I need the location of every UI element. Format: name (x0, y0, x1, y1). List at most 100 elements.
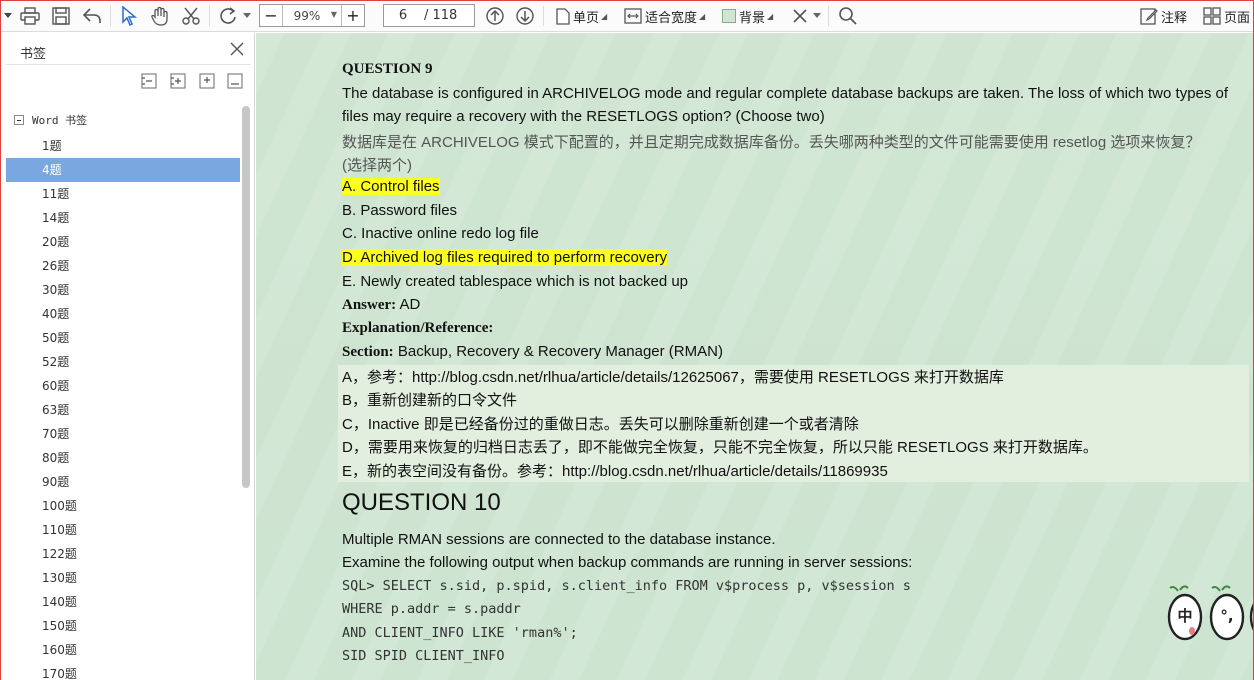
option-e: E. Newly created tablespace which is not… (342, 273, 689, 290)
fit-width-label: 适合宽度 (645, 10, 698, 26)
bookmark-item[interactable]: 14题 (6, 206, 240, 230)
bookmark-item[interactable]: 70题 (6, 422, 240, 446)
bookmark-item[interactable]: 60题 (6, 374, 240, 398)
answer-value: AD (399, 296, 421, 313)
zoom-value: 99% (293, 8, 321, 23)
q9-chinese-line2: (选择两个) (342, 157, 412, 174)
note-d: D，需要用来恢复的归档日志丢了，即不能做完全恢复，只能不完全恢复，所以只能 RE… (342, 439, 1098, 456)
bookmark-item[interactable]: 63题 (6, 398, 240, 422)
add-bookmark-icon[interactable] (199, 73, 215, 91)
page-view-label: 页面 (1224, 10, 1251, 26)
document-view[interactable]: QUESTION 9 The database is configured in… (256, 33, 1254, 680)
q9-text-line2: files may require a recovery with the RE… (342, 108, 825, 125)
undo-icon[interactable] (79, 3, 105, 29)
next-page-icon[interactable] (512, 3, 538, 29)
sql-line3: AND CLIENT_INFO LIKE 'rman%'; (342, 625, 578, 641)
bookmark-panel: 书签 Word 书签 1题 4题 11题 14题 20题 26题 30题 40题 50题 52题 6… (0, 33, 255, 680)
q9-chinese-line1: 数据库是在 ARCHIVELOG 模式下配置的，并且定期完成数据库备份。丢失哪两… (342, 134, 1201, 151)
bookmark-item[interactable]: 80题 (6, 446, 240, 470)
previous-page-icon[interactable] (482, 3, 508, 29)
option-a-highlighted: A. Control files (342, 178, 440, 195)
rotate-dropdown-icon[interactable] (241, 3, 253, 29)
note-b: B，重新创建新的口令文件 (342, 392, 518, 409)
q10-text-line2: Examine the following output when backup… (342, 554, 913, 571)
bookmark-item[interactable]: 50题 (6, 326, 240, 350)
q9-text-line1: The database is configured in ARCHIVELOG… (342, 85, 1229, 102)
option-d-highlighted: D. Archived log files required to perfor… (342, 249, 668, 266)
bookmark-item[interactable]: 130题 (6, 566, 240, 590)
bookmark-panel-header: 书签 (6, 37, 251, 65)
annotate-icon (1140, 8, 1158, 25)
bookmark-item[interactable]: 160题 (6, 638, 240, 662)
collapse-toggle-icon[interactable] (14, 115, 24, 125)
section-line: Section: Backup, Recovery & Recovery Man… (342, 343, 723, 361)
zoom-control: − 99% ▼ + (259, 4, 365, 27)
bookmark-item[interactable]: 40题 (6, 302, 240, 326)
ime-mascot-punctuation[interactable]: °, (1208, 585, 1246, 645)
rotate-icon[interactable] (215, 3, 241, 29)
chevron-down-icon: ▼ (330, 10, 337, 19)
save-icon[interactable] (48, 3, 74, 29)
bookmark-root[interactable]: Word 书签 (14, 111, 87, 129)
dropdown-arrow-icon[interactable] (0, 3, 16, 29)
section-label: Section: (342, 344, 394, 360)
mascot-label-2: °, (1220, 607, 1233, 625)
question-9-title: QUESTION 9 (342, 61, 433, 77)
bookmark-item[interactable]: 122题 (6, 542, 240, 566)
background-label: 背景 (739, 10, 766, 26)
background-button[interactable]: 背景 ◢ (722, 3, 782, 29)
bookmark-panel-title: 书签 (20, 47, 47, 62)
answer-line: Answer: AD (342, 296, 420, 314)
bookmark-item[interactable]: 110题 (6, 518, 240, 542)
collapse-all-icon[interactable] (141, 73, 157, 91)
bookmark-item[interactable]: 1题 (6, 134, 240, 158)
bookmark-item[interactable]: 20题 (6, 230, 240, 254)
explanation-heading: Explanation/Reference: (342, 320, 494, 336)
toolbar: − 99% ▼ + 6 / 118 单页 ◢ 适合宽度 ◢ 背景 ◢ 注释 页面 (0, 0, 1254, 32)
zoom-in-button[interactable]: + (342, 5, 364, 26)
option-c: C. Inactive online redo log file (342, 225, 539, 242)
page-number-input[interactable]: 6 / 118 (383, 4, 475, 27)
bookmark-scrollbar[interactable] (242, 106, 250, 488)
bookmark-item[interactable]: 100题 (6, 494, 240, 518)
page-view-button[interactable]: 页面 (1203, 3, 1254, 29)
bookmark-item[interactable]: 30题 (6, 278, 240, 302)
bookmark-tree: Word 书签 1题 4题 11题 14题 20题 26题 30题 40题 50题 52题 60题 6… (6, 105, 242, 680)
bookmark-item[interactable]: 4题 (6, 158, 240, 182)
bookmark-item[interactable]: 170题 (6, 662, 240, 680)
question-10-title: QUESTION 10 (342, 489, 501, 516)
zoom-select[interactable]: 99% ▼ (282, 5, 342, 26)
bookmark-item[interactable]: 140题 (6, 590, 240, 614)
single-page-label: 单页 (573, 10, 600, 26)
note-e: E，新的表空间没有备份。参考：http://blog.csdn.net/rlhu… (342, 463, 888, 480)
fit-width-button[interactable]: 适合宽度 ◢ (624, 3, 716, 29)
bookmark-item[interactable]: 90题 (6, 470, 240, 494)
close-icon[interactable] (229, 41, 245, 61)
total-pages: / 118 (424, 8, 458, 23)
annotate-button[interactable]: 注释 (1140, 3, 1196, 29)
hand-tool-icon[interactable] (147, 3, 173, 29)
sql-line4: SID SPID CLIENT_INFO (342, 648, 505, 664)
tools-menu-button[interactable] (788, 3, 824, 29)
ime-mascot-partial[interactable] (1248, 585, 1254, 645)
bookmark-item[interactable]: 150题 (6, 614, 240, 638)
bookmark-ribbon-icon[interactable] (227, 73, 243, 91)
current-page[interactable]: 6 (384, 8, 422, 23)
option-b: B. Password files (342, 202, 458, 219)
bookmark-item[interactable]: 11题 (6, 182, 240, 206)
annotate-label: 注释 (1161, 10, 1188, 26)
cut-icon[interactable] (178, 3, 204, 29)
single-page-button[interactable]: 单页 ◢ (556, 3, 618, 29)
select-cursor-icon[interactable] (116, 3, 142, 29)
search-icon[interactable] (835, 3, 861, 29)
expand-all-icon[interactable] (170, 73, 186, 91)
print-icon[interactable] (17, 3, 43, 29)
close-cross-tools-icon (793, 9, 807, 23)
bookmark-item[interactable]: 52题 (6, 350, 240, 374)
note-c: C，Inactive 即是已经备份过的重做日志。丢失可以删除重新创建一个或者清除 (342, 416, 859, 433)
answer-label: Answer: (342, 297, 397, 313)
ime-mascot-chinese[interactable]: 中 (1166, 585, 1204, 645)
bookmark-item[interactable]: 26题 (6, 254, 240, 278)
sql-line1: SQL> SELECT s.sid, p.spid, s.client_info… (342, 578, 911, 594)
zoom-out-button[interactable]: − (260, 5, 282, 26)
